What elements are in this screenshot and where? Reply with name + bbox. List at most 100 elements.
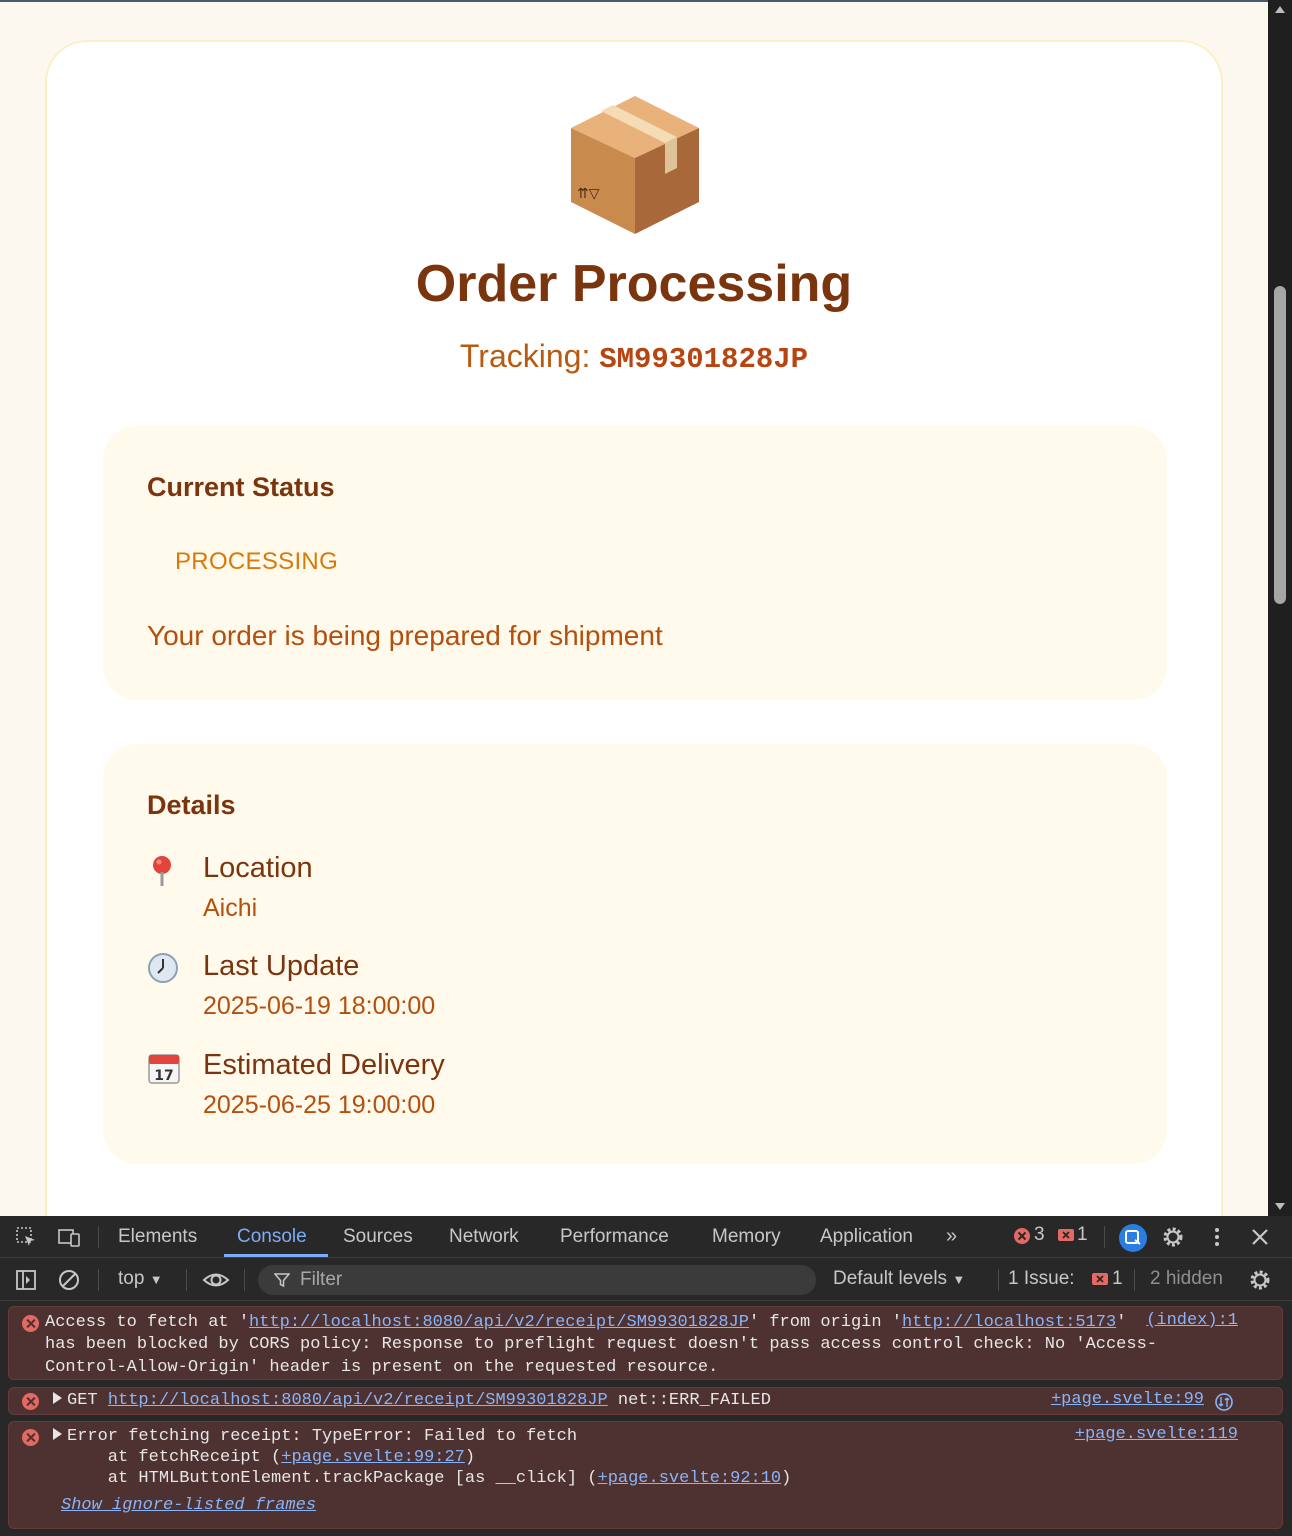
active-tab-indicator [224, 1254, 328, 1257]
stack-frame: at HTMLButtonElement.trackPackage [as __… [67, 1469, 792, 1488]
status-panel: Current Status PROCESSING Your order is … [103, 426, 1167, 700]
more-tabs-icon[interactable]: » [946, 1225, 957, 1248]
error-icon [22, 1429, 39, 1446]
message-line: has been blocked by CORS policy: Respons… [45, 1335, 1157, 1354]
console-error-message[interactable]: Access to fetch at 'http://localhost:808… [8, 1306, 1283, 1380]
message-text: ' from origin ' [748, 1313, 902, 1332]
error-icon [22, 1315, 39, 1332]
tab-performance[interactable]: Performance [560, 1226, 669, 1248]
page-title: Order Processing [415, 255, 853, 313]
status-message: Your order is being prepared for shipmen… [147, 620, 663, 651]
settings-gear-icon[interactable] [1161, 1225, 1185, 1249]
tab-network[interactable]: Network [449, 1226, 519, 1248]
detail-value: 2025-06-19 18:00:00 [203, 992, 436, 1020]
source-link[interactable]: +page.svelte:99 [1051, 1390, 1204, 1409]
tab-application[interactable]: Application [820, 1226, 913, 1248]
svg-text:⇈▽: ⇈▽ [577, 186, 600, 202]
console-error-message[interactable]: Error fetching receipt: TypeError: Faile… [8, 1421, 1283, 1529]
devtools-tab-bar: Elements Console Sources Network Perform… [0, 1216, 1292, 1258]
tab-sources[interactable]: Sources [343, 1226, 413, 1248]
order-card: ⇈▽ Order Processing Tracking: SM99301828… [45, 40, 1223, 1216]
inspect-element-icon[interactable] [14, 1225, 38, 1249]
filter-icon [274, 1273, 290, 1288]
message-line: Access to fetch at 'http://localhost:808… [45, 1313, 1126, 1332]
error-count[interactable]: 3 [1034, 1224, 1045, 1246]
stack-frame-link[interactable]: +page.svelte:92:10 [598, 1469, 782, 1488]
network-request-icon[interactable] [1214, 1392, 1234, 1412]
stack-frame-link[interactable]: +page.svelte:99:27 [281, 1448, 465, 1467]
filter-placeholder: Filter [300, 1269, 343, 1290]
detail-label: Estimated Delivery [203, 1049, 445, 1081]
message-text: at fetchReceipt ( [67, 1448, 282, 1467]
detail-label: Last Update [203, 950, 360, 982]
tab-memory[interactable]: Memory [712, 1226, 781, 1248]
scrollbar-thumb[interactable] [1274, 286, 1286, 604]
context-selector[interactable]: top ▼ [118, 1268, 163, 1290]
message-text: Access to fetch at ' [45, 1313, 250, 1332]
issues-button[interactable]: 1 Issue: [1008, 1268, 1075, 1290]
context-label: top [118, 1268, 145, 1289]
request-url-link[interactable]: http://localhost:8080/api/v2/receipt/SM9… [249, 1313, 749, 1332]
error-count-icon[interactable] [1012, 1226, 1032, 1246]
page-viewport: ⇈▽ Order Processing Tracking: SM99301828… [0, 0, 1268, 1216]
tracking-line: Tracking: SM99301828JP [47, 338, 1221, 376]
live-expression-eye-icon[interactable] [202, 1268, 230, 1292]
ai-assistance-icon[interactable] [1118, 1223, 1148, 1253]
stack-frame: at fetchReceipt (+page.svelte:99:27) [67, 1448, 475, 1467]
clear-console-icon[interactable] [57, 1268, 81, 1292]
issue-flag-icon [1092, 1273, 1108, 1285]
message-text: ' [1116, 1313, 1127, 1332]
tab-console[interactable]: Console [237, 1226, 307, 1248]
close-devtools-icon[interactable] [1248, 1225, 1272, 1249]
details-panel: Details Location Aichi Last Update 2025-… [103, 744, 1167, 1164]
expand-triangle-icon[interactable] [53, 1392, 62, 1404]
chevron-down-icon: ▼ [952, 1272, 966, 1287]
log-levels-label: Default levels [833, 1268, 948, 1289]
status-badge: PROCESSING [175, 548, 339, 575]
message-text: net::ERR_FAILED [607, 1391, 771, 1410]
clock-icon [148, 953, 178, 983]
log-levels-dropdown[interactable]: Default levels ▼ [833, 1268, 965, 1290]
message-line: Error fetching receipt: TypeError: Faile… [53, 1427, 577, 1446]
message-line: GET http://localhost:8080/api/v2/receipt… [53, 1391, 771, 1410]
device-toolbar-icon[interactable] [57, 1225, 81, 1249]
source-link[interactable]: (index):1 [1146, 1311, 1238, 1330]
calendar-icon: 17 [148, 1054, 180, 1084]
detail-label: Location [203, 852, 313, 884]
expand-triangle-icon[interactable] [53, 1428, 62, 1440]
more-options-icon[interactable] [1205, 1225, 1229, 1249]
detail-value: 2025-06-25 19:00:00 [203, 1091, 436, 1119]
message-text: ) [464, 1448, 476, 1467]
message-text: Error fetching receipt: TypeError: Faile… [67, 1427, 578, 1446]
tab-elements[interactable]: Elements [118, 1226, 197, 1248]
calendar-day: 17 [154, 1068, 173, 1084]
message-text: at HTMLButtonElement.trackPackage [as __… [67, 1469, 598, 1488]
package-icon: ⇈▽ [571, 96, 699, 234]
console-error-message[interactable]: GET http://localhost:8080/api/v2/receipt… [8, 1387, 1283, 1415]
show-ignore-listed-frames-link[interactable]: Show ignore-listed frames [61, 1496, 316, 1515]
message-text: GET [67, 1391, 108, 1410]
scroll-down-arrow-icon[interactable] [1275, 1203, 1285, 1210]
message-line: Control-Allow-Origin' header is present … [45, 1358, 719, 1377]
origin-url-link[interactable]: http://localhost:5173 [902, 1313, 1116, 1332]
source-link[interactable]: +page.svelte:119 [1075, 1425, 1238, 1444]
console-toolbar: top ▼ Filter Default levels ▼ 1 Issue: 1 [0, 1259, 1292, 1301]
error-icon [22, 1393, 39, 1410]
tracking-label: Tracking: [459, 338, 591, 374]
status-heading: Current Status [147, 472, 335, 502]
details-heading: Details [147, 790, 236, 820]
page-scrollbar[interactable] [1268, 0, 1292, 1216]
hidden-messages-count: 2 hidden [1150, 1268, 1223, 1289]
devtools-panel: Elements Console Sources Network Perform… [0, 1216, 1292, 1536]
detail-value: Aichi [203, 894, 258, 922]
issues-label: 1 Issue: [1008, 1268, 1075, 1289]
sidebar-toggle-icon[interactable] [14, 1268, 38, 1292]
scroll-up-arrow-icon[interactable] [1275, 6, 1285, 13]
issues-count[interactable]: 1 [1112, 1268, 1123, 1290]
request-url-link[interactable]: http://localhost:8080/api/v2/receipt/SM9… [108, 1391, 608, 1410]
issue-flag-icon[interactable] [1056, 1226, 1076, 1246]
filter-input[interactable]: Filter [258, 1265, 816, 1295]
console-settings-gear-icon[interactable] [1248, 1268, 1272, 1292]
chevron-down-icon: ▼ [149, 1272, 163, 1287]
issue-badge-count[interactable]: 1 [1077, 1224, 1088, 1246]
